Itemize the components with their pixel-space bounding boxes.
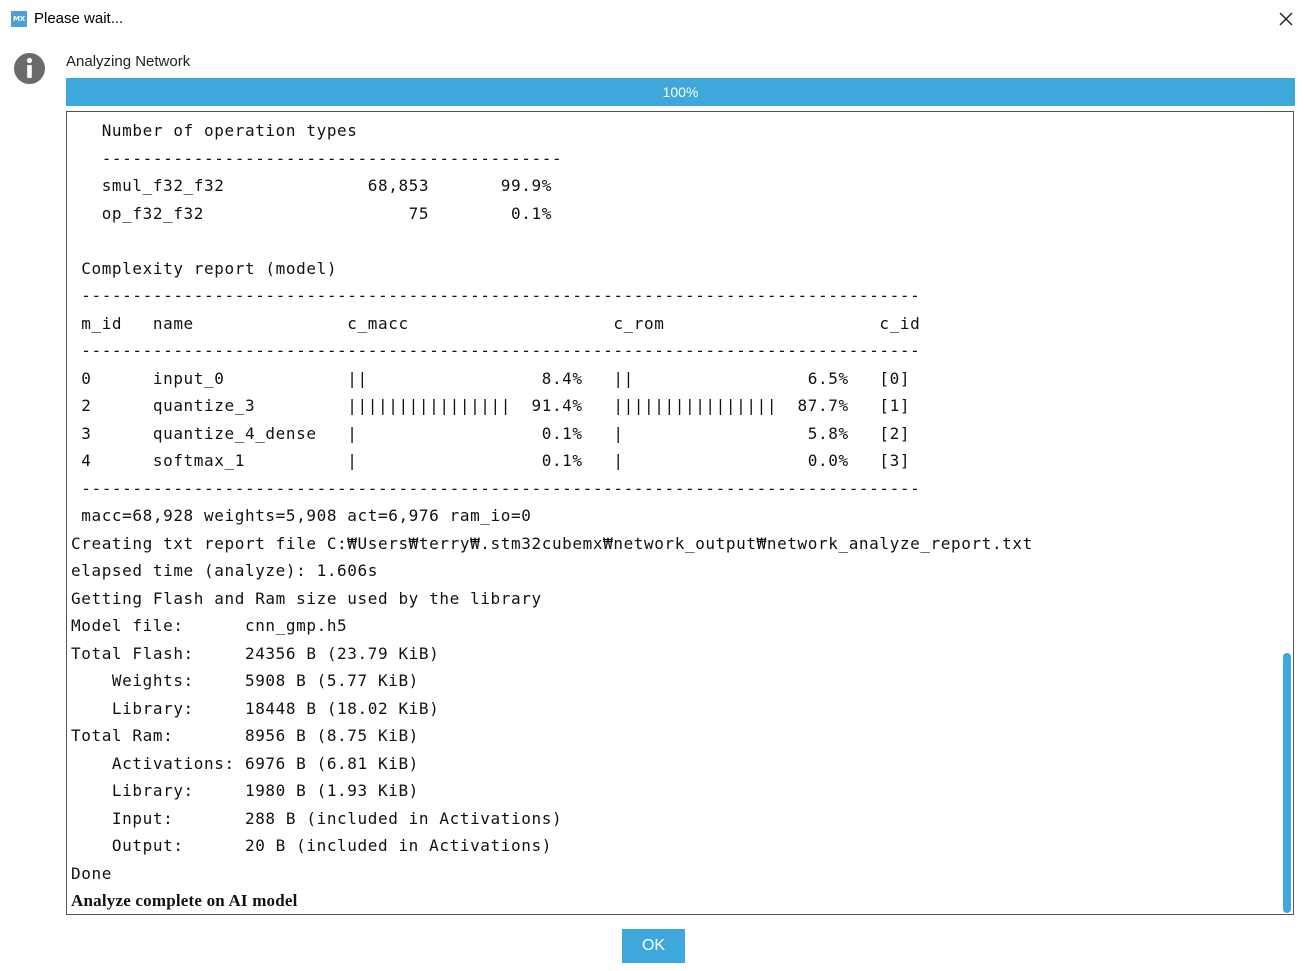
console-line: Input: 288 B (included in Activations)	[71, 808, 563, 828]
close-icon	[1279, 12, 1293, 26]
console-line: ----------------------------------------…	[71, 478, 921, 498]
console-line: Complexity report (model)	[71, 258, 338, 278]
console-line: m_id name c_macc c_rom c_id	[71, 313, 921, 333]
console-line: op_f32_f32 75 0.1%	[71, 203, 552, 223]
title-bar: MX Please wait...	[0, 0, 1304, 38]
console-line: Library: 18448 B (18.02 KiB)	[71, 698, 440, 718]
console-line: Number of operation types	[71, 121, 358, 140]
window-title: Please wait...	[34, 10, 124, 27]
console-line: ----------------------------------------…	[71, 286, 921, 305]
console-line: 0 input_0 || 8.4% || 6.5% [0]	[71, 368, 911, 388]
console-line: Total Ram: 8956 B (8.75 KiB)	[71, 726, 419, 745]
console-line: Model file: cnn_gmp.h5	[71, 616, 348, 635]
console-scrollbar[interactable]	[1281, 112, 1293, 914]
ok-button[interactable]: OK	[622, 929, 685, 963]
console-line: Weights: 5908 B (5.77 KiB)	[71, 671, 419, 690]
console-line: Getting Flash and Ram size used by the l…	[71, 588, 542, 608]
progress-text: 100%	[662, 84, 699, 100]
console-final-message: Analyze complete on AI model	[71, 891, 298, 910]
close-button[interactable]	[1271, 4, 1301, 34]
console-line: ----------------------------------------…	[71, 341, 921, 360]
progress-bar: 100%	[66, 78, 1295, 106]
info-icon	[14, 53, 45, 84]
console-line: Total Flash: 24356 B (23.79 KiB)	[71, 643, 440, 663]
console-line: 2 quantize_3 |||||||||||||||| 91.4% ||||…	[71, 396, 911, 415]
status-label: Analyzing Network	[66, 53, 191, 70]
console-line: Output: 20 B (included in Activations)	[71, 836, 552, 855]
console-line: ----------------------------------------…	[71, 148, 563, 168]
app-logo-icon: MX	[11, 11, 27, 27]
console-line: 4 softmax_1 | 0.1% | 0.0% [3]	[71, 451, 911, 470]
console-line: Library: 1980 B (1.93 KiB)	[71, 781, 419, 800]
console-output[interactable]: Number of operation types --------------…	[66, 111, 1294, 915]
console-line: Creating txt report file C:₩Users₩terry₩…	[71, 533, 1033, 553]
console-line: 3 quantize_4_dense | 0.1% | 5.8% [2]	[71, 423, 911, 443]
console-line: Done	[71, 863, 112, 883]
console-line: smul_f32_f32 68,853 99.9%	[71, 176, 552, 195]
scrollbar-thumb[interactable]	[1283, 653, 1291, 913]
console-lines: Number of operation types --------------…	[71, 117, 1033, 914]
console-line: Activations: 6976 B (6.81 KiB)	[71, 753, 419, 773]
console-line: elapsed time (analyze): 1.606s	[71, 561, 378, 580]
console-line: macc=68,928 weights=5,908 act=6,976 ram_…	[71, 506, 532, 525]
